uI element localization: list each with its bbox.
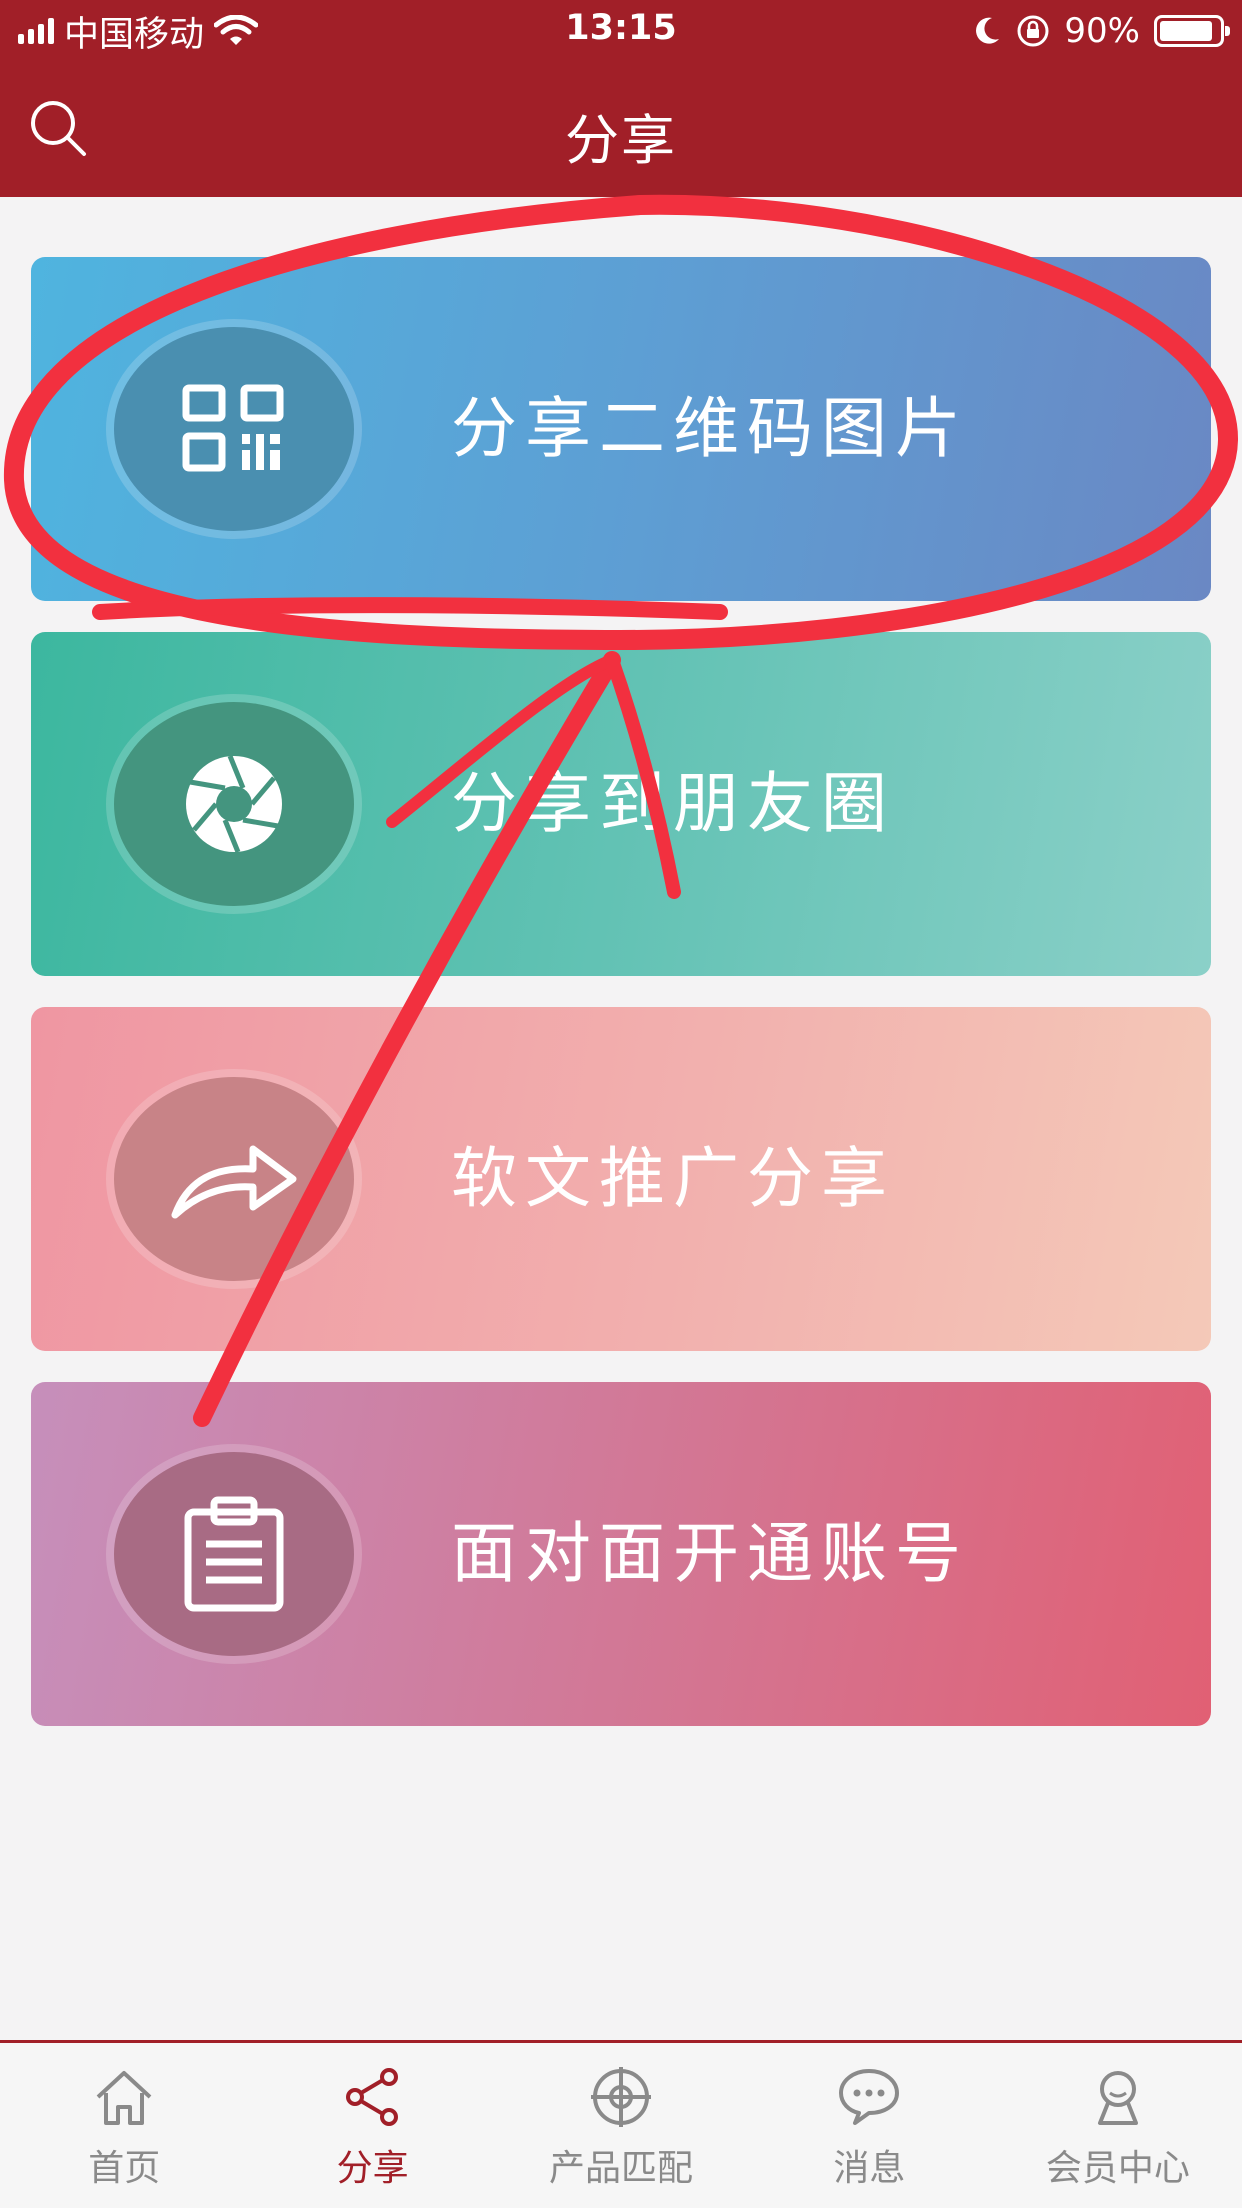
moon-icon — [976, 17, 1000, 44]
card-label: 分享到朋友圈 — [451, 765, 895, 842]
face-to-face-account-card[interactable]: 面对面开通账号 — [31, 1382, 1211, 1726]
clipboard-icon — [184, 1496, 284, 1612]
tab-messages[interactable]: 消息 — [745, 2043, 993, 2208]
tab-label: 分享 — [336, 2148, 409, 2189]
share-options: 分享二维码图片 分享到朋友圈 软文推广分享 面对面开通账号 — [31, 257, 1211, 1757]
home-icon — [96, 2071, 152, 2125]
target-icon — [591, 2067, 652, 2127]
page-title: 分享 — [565, 109, 677, 172]
bottom-tab-bar: 首页 分享 产品匹配 消息 会员中心 — [0, 2040, 1242, 2208]
card-label: 软文推广分享 — [451, 1140, 895, 1217]
qr-code-icon — [182, 384, 284, 472]
share-qr-image-card[interactable]: 分享二维码图片 — [31, 257, 1211, 601]
article-promo-share-card[interactable]: 软文推广分享 — [31, 1007, 1211, 1351]
qr-icon-circle — [114, 327, 354, 531]
tab-share[interactable]: 分享 — [248, 2043, 496, 2208]
app-header: 中国移动 13:15 90% 分享 — [0, 0, 1242, 197]
tab-label: 会员中心 — [1045, 2148, 1190, 2189]
tab-home[interactable]: 首页 — [0, 2043, 248, 2208]
share-moments-card[interactable]: 分享到朋友圈 — [31, 632, 1211, 976]
camera-aperture-icon — [186, 755, 282, 853]
card-label: 面对面开通账号 — [451, 1515, 969, 1592]
article-icon-circle — [114, 1077, 354, 1281]
battery-icon — [1154, 15, 1230, 47]
card-label: 分享二维码图片 — [451, 390, 969, 467]
tab-label: 消息 — [833, 2148, 906, 2189]
rotation-lock-icon — [1017, 15, 1049, 47]
member-icon — [1097, 2071, 1138, 2125]
message-icon — [839, 2069, 900, 2125]
tab-member-center[interactable]: 会员中心 — [994, 2043, 1242, 2208]
tab-product-match[interactable]: 产品匹配 — [497, 2043, 745, 2208]
battery-fill — [1160, 21, 1213, 41]
moments-icon-circle — [114, 702, 354, 906]
share-icon — [345, 2068, 398, 2126]
f2f-icon-circle — [114, 1452, 354, 1656]
nav-bar: 分享 — [0, 62, 1242, 197]
battery-percent: 90% — [1064, 11, 1140, 51]
status-bar: 中国移动 13:15 90% — [0, 0, 1242, 62]
share-arrow-icon — [171, 1145, 297, 1219]
tab-label: 产品匹配 — [549, 2148, 694, 2189]
status-right: 90% — [972, 10, 1230, 52]
tab-label: 首页 — [88, 2148, 161, 2189]
